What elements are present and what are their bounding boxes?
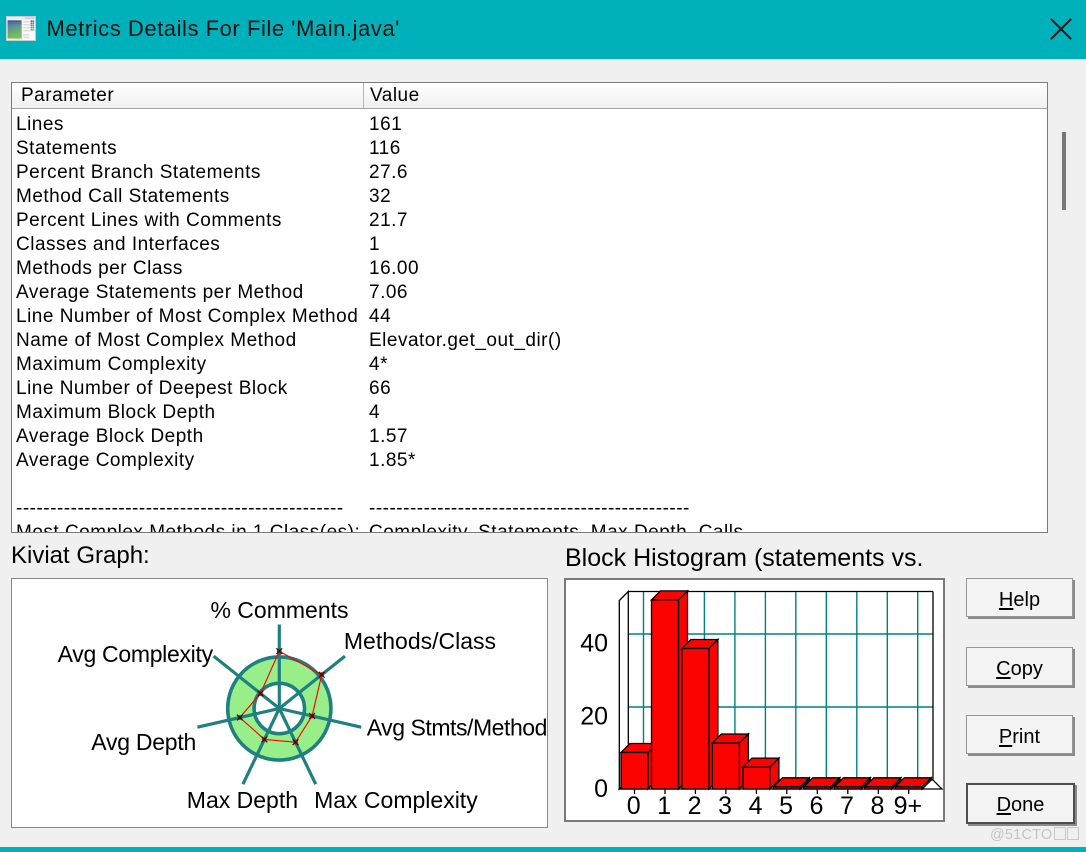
svg-text:4: 4 [749,792,763,820]
svg-text:40: 40 [580,630,608,658]
svg-text:9+: 9+ [894,792,923,820]
svg-text:7: 7 [840,792,854,820]
svg-text:2: 2 [688,792,702,820]
svg-text:1: 1 [657,792,671,820]
svg-text:20: 20 [580,703,608,731]
svg-text:5: 5 [779,792,793,820]
svg-text:3: 3 [718,792,732,820]
svg-text:8: 8 [871,792,885,820]
svg-text:0: 0 [594,775,608,803]
svg-text:Avg Depth: Avg Depth [91,729,196,755]
svg-text:6: 6 [810,792,824,820]
svg-text:Avg Stmts/Method: Avg Stmts/Method [367,715,547,741]
svg-text:% Comments: % Comments [210,597,348,623]
svg-text:Max Complexity: Max Complexity [314,787,478,813]
svg-text:Avg Complexity: Avg Complexity [58,641,214,667]
svg-text:0: 0 [627,792,641,820]
svg-text:Methods/Class: Methods/Class [344,628,496,654]
svg-text:Max Depth: Max Depth [187,787,298,813]
